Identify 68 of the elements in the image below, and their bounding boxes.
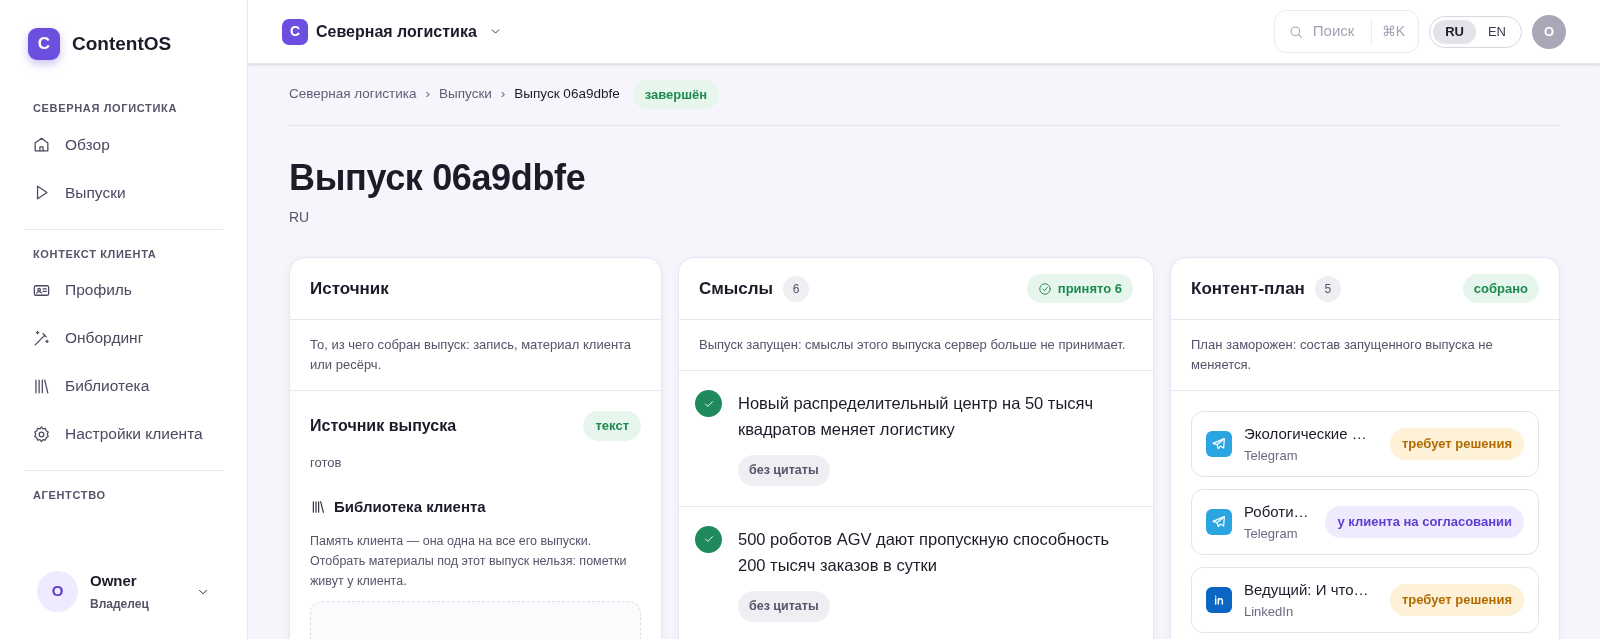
workspace-logo: С: [282, 18, 308, 45]
shortcut-hint: ⌘K: [1381, 22, 1406, 41]
settings-icon: [32, 424, 51, 444]
source-status: готов: [310, 453, 343, 472]
page-title: Выпуск 06a9dbfe: [289, 156, 587, 200]
section-heading: АГЕНТСТВО: [32, 488, 107, 503]
channel-name: LinkedIn: [1244, 602, 1295, 621]
home-icon: [32, 135, 51, 154]
language-option[interactable]: EN: [1475, 19, 1518, 44]
count-badge: 6: [783, 275, 810, 302]
app-name: ContentOS: [72, 31, 172, 56]
card-description: Выпуск запущен: смыслы этого выпуска сервер больше не принимает.: [679, 320, 1153, 372]
plan-item[interactable]: Экологические … Telegram требует решения: [1191, 411, 1539, 478]
count-badge: 5: [1314, 275, 1341, 302]
channel-name: Telegram: [1244, 524, 1299, 543]
workspace-switcher[interactable]: С Северная логистика: [282, 18, 502, 45]
status-badge: требует решения: [1390, 584, 1524, 616]
breadcrumb-separator: ›: [500, 85, 506, 104]
breadcrumb-separator: ›: [425, 85, 430, 104]
plan-item-title: Ведущий: И что…: [1244, 580, 1370, 601]
card-title: Источник: [310, 277, 389, 300]
status-badge: принято 6: [1026, 274, 1133, 304]
library-note: Память клиента — она одна на все его выпуски. Отобрать материалы под этот выпуск нельзя: пометки живут у клиента.: [310, 532, 628, 590]
status-badge: собрано: [1462, 274, 1539, 304]
breadcrumb-link[interactable]: Северная логистика: [289, 84, 417, 105]
sidebar-item[interactable]: Настройки клиента: [20, 410, 227, 458]
library-icon: [310, 499, 326, 516]
breadcrumb-link[interactable]: Выпуски: [439, 84, 492, 105]
sidebar-item[interactable]: Профиль: [20, 266, 227, 314]
user-role: Владелец: [90, 596, 149, 614]
section-title: Источник выпуска: [310, 415, 457, 436]
section-heading: КОНТЕКСТ КЛИЕНТА: [32, 246, 158, 262]
telegram-icon: [1206, 509, 1232, 536]
language-label: RU: [289, 208, 311, 228]
status-badge: требует решения: [1390, 428, 1524, 460]
check-circle-icon: [1037, 281, 1052, 296]
plan-item[interactable]: Роботи… Telegram у клиента на согласовании: [1191, 489, 1539, 556]
workspace-name: Северная логистика: [316, 21, 477, 42]
plan-item[interactable]: Ведущий: И что… LinkedIn требует решения: [1191, 567, 1539, 634]
search-input[interactable]: Поиск: [1312, 20, 1361, 43]
user-avatar: O: [37, 571, 78, 612]
card-title: Смыслы: [699, 277, 774, 300]
channel-name: Telegram: [1244, 446, 1299, 465]
status-badge: завершён: [632, 79, 720, 110]
meaning-text: 500 роботов AGV дают пропускную способность 200 тысяч заказов в сутки: [738, 528, 1111, 576]
magic-wand-icon: [32, 328, 51, 348]
search-icon: [1287, 23, 1304, 40]
linkedin-icon: [1206, 587, 1232, 614]
section-heading: СЕВЕРНАЯ ЛОГИСТИКА: [32, 101, 178, 116]
user-name: Owner: [90, 570, 138, 591]
tag: без цитаты: [738, 590, 830, 622]
card-title: Контент-план: [1191, 277, 1305, 300]
card-description: План заморожен: состав запущенного выпуска не меняется.: [1171, 320, 1559, 392]
sidebar-item[interactable]: Обзор: [20, 120, 227, 169]
status-badge: у клиента на согласовании: [1325, 506, 1524, 538]
plan-item-title: Экологические …: [1244, 424, 1368, 445]
language-option[interactable]: RU: [1433, 19, 1476, 44]
logo-mark: C: [28, 28, 60, 60]
sidebar-item[interactable]: Онбординг: [20, 314, 227, 362]
plan-item-title: Роботи…: [1244, 502, 1310, 523]
card-description: То, из чего собран выпуск: запись, материал клиента или ресёрч.: [290, 320, 661, 392]
type-badge: текст: [583, 411, 641, 441]
section-title: Библиотека клиента: [334, 497, 486, 518]
sidebar-item[interactable]: Библиотека: [20, 362, 227, 410]
meaning-text: Новый распределительный центр на 50 тысяч квадратов меняет логистику: [738, 393, 1095, 441]
tag: без цитаты: [738, 455, 830, 486]
telegram-icon: [1206, 431, 1232, 458]
sidebar-item[interactable]: Выпуски: [20, 168, 227, 217]
